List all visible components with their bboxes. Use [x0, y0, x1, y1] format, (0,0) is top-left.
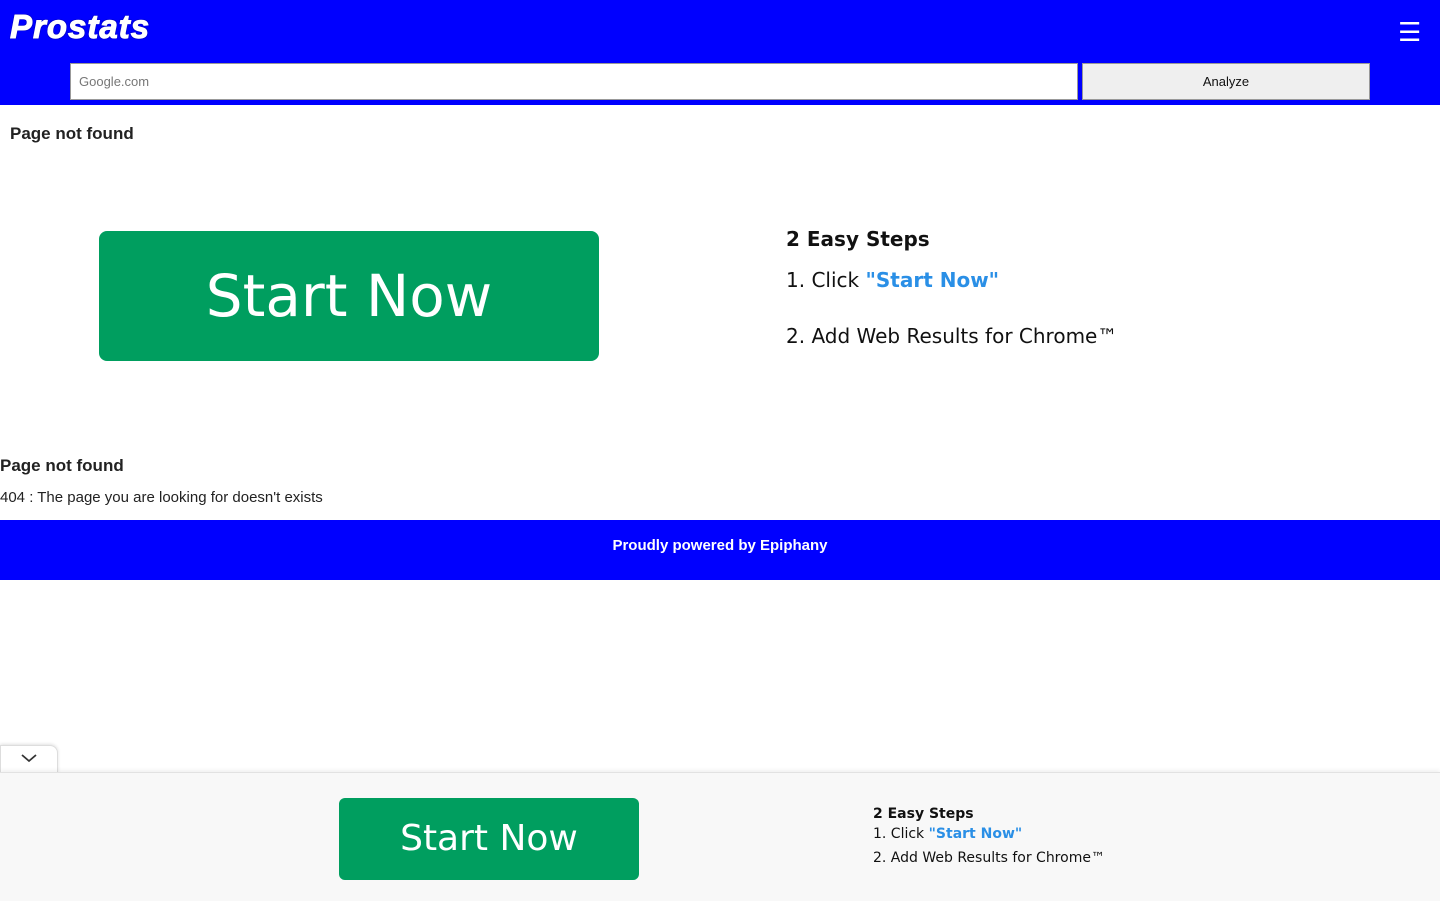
step-two: 2. Add Web Results for Chrome™	[786, 324, 1118, 348]
error-description: 404 : The page you are looking for doesn…	[0, 489, 323, 506]
page-title: Page not found	[10, 124, 134, 143]
start-now-link[interactable]: "Start Now"	[865, 268, 999, 292]
ad-start-now-link[interactable]: "Start Now"	[929, 826, 1023, 842]
site-footer: Proudly powered by Epiphany	[0, 520, 1440, 580]
error-heading: Page not found	[0, 456, 124, 475]
sticky-ad-banner: Start Now 2 Easy Steps 1. Click "Start N…	[0, 772, 1440, 901]
ad-step-one: 1. Click "Start Now"	[873, 826, 1022, 842]
ad-step-one-prefix: 1. Click	[873, 826, 929, 842]
steps-heading: 2 Easy Steps	[786, 227, 930, 251]
site-logo[interactable]: Prostats	[9, 8, 150, 46]
start-now-button[interactable]: Start Now	[99, 231, 599, 361]
ad-step-two: 2. Add Web Results for Chrome™	[873, 850, 1105, 866]
step-one: 1. Click "Start Now"	[786, 268, 999, 292]
ad-steps-heading: 2 Easy Steps	[873, 806, 974, 822]
site-header: Prostats ☰ Analyze	[0, 0, 1440, 105]
footer-credit[interactable]: Proudly powered by Epiphany	[0, 537, 1440, 554]
ad-start-now-button[interactable]: Start Now	[339, 798, 639, 880]
hamburger-menu-icon[interactable]: ☰	[1398, 18, 1421, 46]
domain-search-input[interactable]	[70, 63, 1078, 100]
step-one-prefix: 1. Click	[786, 268, 866, 292]
analyze-button[interactable]: Analyze	[1082, 63, 1370, 100]
ad-collapse-toggle[interactable]	[0, 745, 58, 774]
chevron-down-icon	[19, 748, 39, 773]
